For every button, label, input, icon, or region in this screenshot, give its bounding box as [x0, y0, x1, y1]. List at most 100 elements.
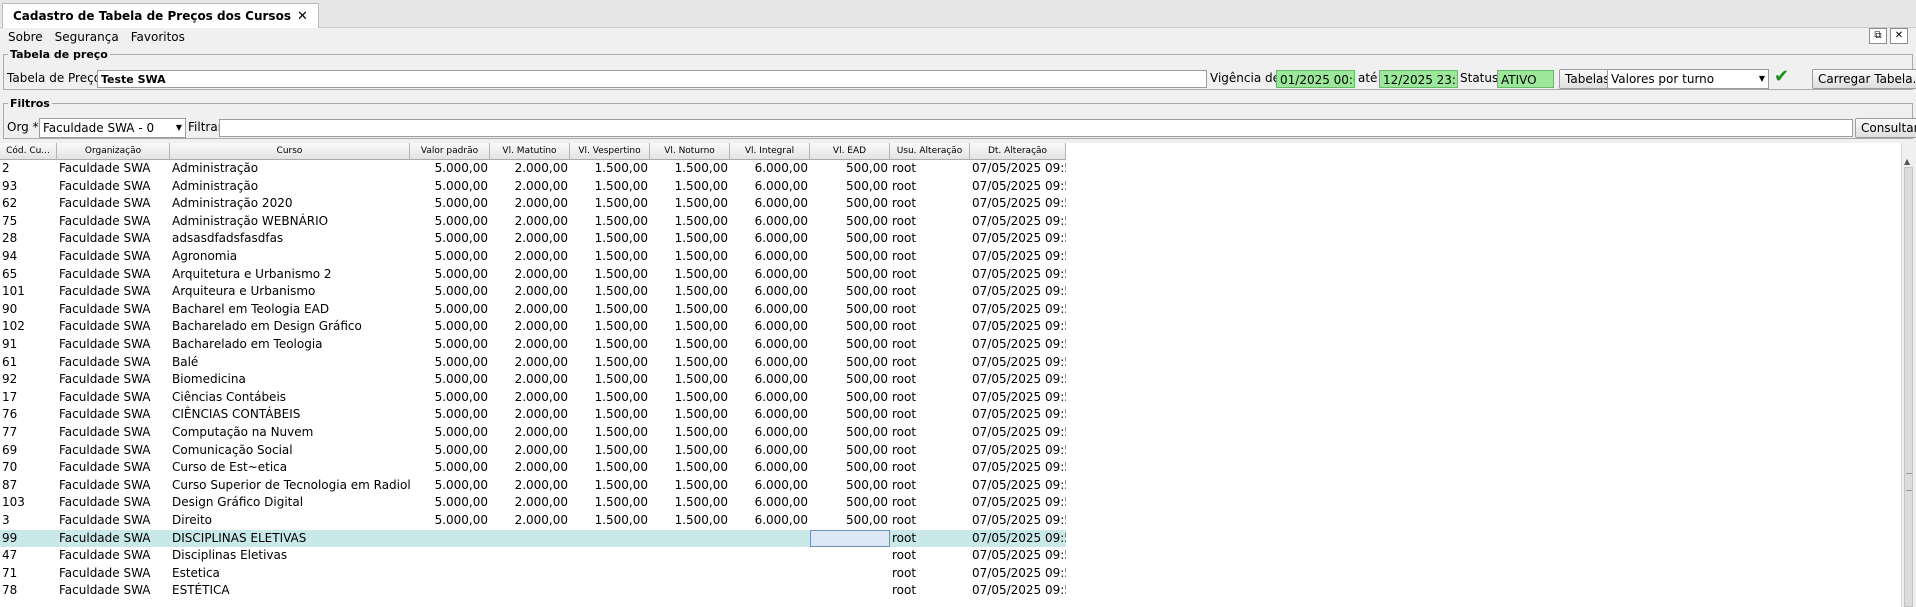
- table-row[interactable]: 99 Faculdade SWA DISCIPLINAS ELETIVAS root 0…: [0, 529, 1066, 548]
- menu-favoritos[interactable]: Favoritos: [125, 30, 191, 44]
- table-row[interactable]: 62 Faculdade SWA Administração 2020 5.000,0…: [0, 195, 1066, 213]
- table-row[interactable]: 93 Faculdade SWA Administração 5.000,00 2.00…: [0, 178, 1066, 196]
- column-header-curso[interactable]: Curso: [170, 143, 410, 159]
- table-row[interactable]: 94 Faculdade SWA Agronomia 5.000,00 2.000,00…: [0, 248, 1066, 266]
- column-header-organizacao[interactable]: Organização: [57, 143, 170, 159]
- cell-vl-ead: 500,00: [846, 389, 888, 404]
- cell-vl-noturno: 1.500,00: [674, 513, 728, 527]
- cell-usu-alteracao: root: [892, 249, 917, 263]
- cell-vl-integral: 6.000,00: [754, 196, 808, 211]
- chevron-down-icon: ▼: [175, 123, 182, 132]
- tabela-preco-input[interactable]: Teste SWA: [97, 70, 1207, 88]
- cell-vl-integral: 6.000,00: [754, 266, 808, 281]
- column-header-vl-ead[interactable]: Vl. EAD: [810, 143, 890, 159]
- table-row[interactable]: 61 Faculdade SWA Balé 5.000,00 2.000,00 1.500…: [0, 354, 1066, 372]
- table-row[interactable]: 28 Faculdade SWA adsasdfadsfasdfas 5.000,00…: [0, 230, 1066, 248]
- column-header-vl-noturno[interactable]: Vl. Noturno: [650, 143, 730, 159]
- cell-curso: Disciplinas Eletivas: [172, 548, 288, 563]
- cell-vl-ead: 500,00: [846, 266, 888, 281]
- cell-vl-matutino: 2.000,00: [514, 319, 568, 334]
- cell-vl-vespertino: 1.500,00: [594, 495, 648, 510]
- cell-vl-ead: 500,00: [846, 372, 888, 387]
- column-header-vl-matutino[interactable]: Vl. Matutino: [490, 143, 570, 159]
- cell-curso: Arquiteura e Urbanismo: [172, 284, 316, 299]
- filtrar-input[interactable]: [219, 119, 1853, 137]
- cell-usu-alteracao: root: [892, 337, 917, 351]
- table-row[interactable]: 3 Faculdade SWA Direito 5.000,00 2.000,00 1.5…: [0, 512, 1066, 530]
- cell-organizacao: Faculdade SWA: [59, 407, 151, 422]
- cell-cod-curso: 17: [2, 389, 18, 404]
- table-row[interactable]: 69 Faculdade SWA Comunicação Social 5.000,0…: [0, 442, 1066, 460]
- table-row[interactable]: 77 Faculdade SWA Computação na Nuvem 5.000,…: [0, 424, 1066, 442]
- table-row[interactable]: 102 Faculdade SWA Bacharelado em Design Gr…: [0, 318, 1066, 336]
- table-row[interactable]: 90 Faculdade SWA Bacharel em Teologia EAD 5…: [0, 301, 1066, 319]
- cell-vl-ead: 500,00: [846, 513, 888, 527]
- cell-vl-ead: 500,00: [846, 161, 888, 175]
- table-row[interactable]: 87 Faculdade SWA Curso Superior de Tecnolo…: [0, 477, 1066, 495]
- table-row[interactable]: 17 Faculdade SWA Ciências Contábeis 5.000,0…: [0, 389, 1066, 407]
- cell-vl-noturno: 1.500,00: [674, 372, 728, 387]
- consultar-button[interactable]: Consultar: [1855, 118, 1916, 138]
- cell-curso: Bacharel em Teologia EAD: [172, 301, 330, 316]
- cell-vl-ead: [810, 565, 890, 583]
- cell-vl-integral: [730, 582, 810, 600]
- check-icon[interactable]: ✔: [1774, 66, 1789, 87]
- table-row[interactable]: 76 Faculdade SWA CIÊNCIAS CONTÁBEIS 5.000,0…: [0, 406, 1066, 424]
- vertical-scrollbar[interactable]: ▲: [1901, 143, 1916, 607]
- table-row[interactable]: 92 Faculdade SWA Biomedicina 5.000,00 2.000,…: [0, 371, 1066, 389]
- cell-cod-curso: 76: [2, 407, 18, 422]
- cell-vl-vespertino: 1.500,00: [594, 354, 648, 369]
- cell-vl-integral: 6.000,00: [754, 213, 808, 228]
- scroll-up-icon[interactable]: ▲: [1904, 157, 1910, 166]
- cell-valor-padrao: [410, 565, 490, 583]
- cell-vl-vespertino: 1.500,00: [594, 425, 648, 439]
- table-row[interactable]: 103 Faculdade SWA Design Gráfico Digital 5.…: [0, 494, 1066, 512]
- column-header-valor-padrao[interactable]: Valor padrão: [410, 143, 490, 159]
- cell-organizacao: Faculdade SWA: [59, 231, 151, 246]
- cell-vl-noturno: 1.500,00: [674, 495, 728, 510]
- table-row[interactable]: 101 Faculdade SWA Arquiteura e Urbanismo 5.…: [0, 283, 1066, 301]
- cell-valor-padrao: 5.000,00: [434, 249, 488, 263]
- cell-vl-vespertino: 1.500,00: [594, 513, 648, 527]
- table-row[interactable]: 75 Faculdade SWA Administração WEBNÁRIO 5.0…: [0, 213, 1066, 231]
- detach-window-icon[interactable]: ⧉: [1869, 28, 1887, 44]
- vigencia-de-input[interactable]: 01/2025 00:00: [1276, 70, 1355, 88]
- close-window-icon[interactable]: ✕: [1890, 28, 1908, 44]
- table-row[interactable]: 70 Faculdade SWA Curso de Est~etica 5.000,0…: [0, 459, 1066, 477]
- cell-vl-matutino: 2.000,00: [514, 407, 568, 422]
- menu-seguranca[interactable]: Segurança: [49, 30, 125, 44]
- cell-curso: Computação na Nuvem: [172, 425, 314, 439]
- tab-cadastro-tabela-precos[interactable]: Cadastro de Tabela de Preços dos Cursos …: [2, 3, 319, 28]
- column-header-vl-vespertino[interactable]: Vl. Vespertino: [570, 143, 650, 159]
- table-row[interactable]: 71 Faculdade SWA Estetica root 07/05/2025 09…: [0, 565, 1066, 583]
- table-row[interactable]: 2 Faculdade SWA Administração 5.000,00 2.000…: [0, 160, 1066, 178]
- menu-sobre[interactable]: Sobre: [0, 30, 49, 44]
- table-row[interactable]: 91 Faculdade SWA Bacharelado em Teologia 5.…: [0, 336, 1066, 354]
- org-select-value: Faculdade SWA - 0: [43, 121, 155, 135]
- column-header-vl-integral[interactable]: Vl. Integral: [730, 143, 810, 159]
- cell-vl-noturno: [650, 582, 730, 600]
- table-row[interactable]: 78 Faculdade SWA ESTÉTICA root 07/05/2025 09…: [0, 582, 1066, 600]
- tab-close-icon[interactable]: ✕: [297, 9, 308, 24]
- cell-organizacao: Faculdade SWA: [59, 337, 151, 351]
- vigencia-ate-input[interactable]: 12/2025 23:59: [1379, 70, 1458, 88]
- cell-dt-alteracao: 07/05/2025 09:57: [972, 161, 1066, 175]
- carregar-tabela-button[interactable]: Carregar Tabela...: [1812, 69, 1916, 89]
- column-header-usu-alteracao[interactable]: Usu. Alteração: [890, 143, 970, 159]
- cell-dt-alteracao: 07/05/2025 09:57: [972, 477, 1066, 492]
- column-header-dt-alteracao[interactable]: Dt. Alteração: [970, 143, 1066, 159]
- turno-select[interactable]: Valores por turno ▼: [1607, 69, 1769, 89]
- table-row[interactable]: 65 Faculdade SWA Arquitetura e Urbanismo 2…: [0, 266, 1066, 284]
- cell-vl-noturno: 1.500,00: [674, 266, 728, 281]
- cell-curso: Agronomia: [172, 249, 238, 263]
- cell-vl-noturno: 1.500,00: [674, 196, 728, 211]
- column-header-cod-curso[interactable]: Cód. Cu...: [0, 143, 57, 159]
- cell-vl-integral: 6.000,00: [754, 477, 808, 492]
- table-row[interactable]: 47 Faculdade SWA Disciplinas Eletivas root 0…: [0, 547, 1066, 565]
- cell-organizacao: Faculdade SWA: [59, 548, 151, 563]
- status-field[interactable]: ATIVO: [1497, 70, 1554, 88]
- cell-organizacao: Faculdade SWA: [59, 213, 151, 228]
- org-select[interactable]: Faculdade SWA - 0 ▼: [39, 118, 186, 138]
- scrollbar-thumb[interactable]: [1904, 167, 1913, 607]
- cell-vl-noturno: [650, 547, 730, 565]
